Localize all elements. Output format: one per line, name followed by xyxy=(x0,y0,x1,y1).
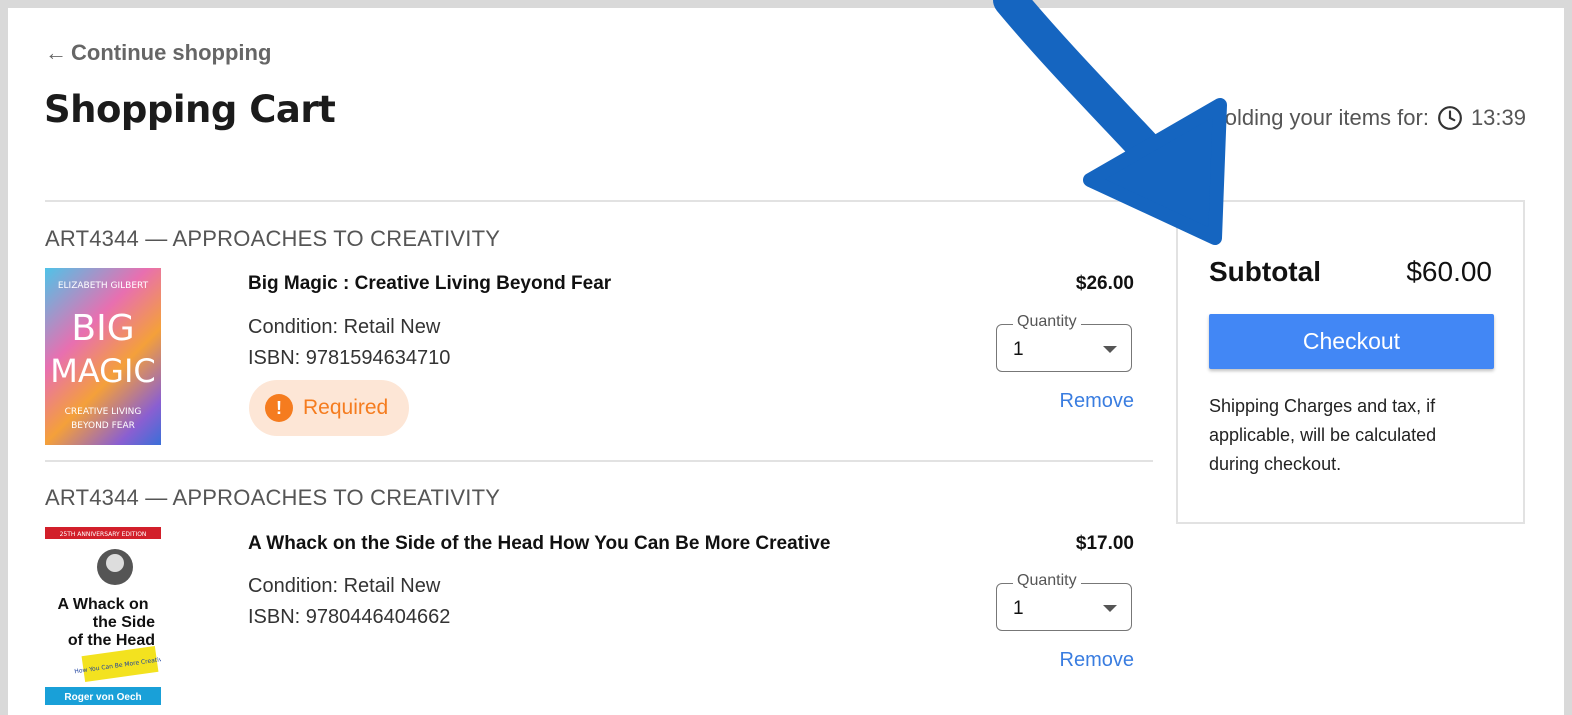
continue-shopping-label: Continue shopping xyxy=(71,40,272,65)
cart-page: ← Continue shopping Shopping Cart Holding… xyxy=(8,8,1564,715)
subtotal-value: $60.00 xyxy=(1406,256,1492,287)
required-label: Required xyxy=(303,396,389,419)
cover-author: ELIZABETH GILBERT xyxy=(58,281,149,291)
hold-timer-value: 13:39 xyxy=(1470,105,1526,130)
item-condition: Condition: Retail New xyxy=(248,316,441,338)
item-price: $17.00 xyxy=(1075,533,1134,554)
cover-banner: 25TH ANNIVERSARY EDITION xyxy=(60,531,147,538)
cover-subtitle2: BEYOND FEAR xyxy=(71,421,135,431)
remove-link[interactable]: Remove xyxy=(1060,390,1134,413)
shipping-note: Shipping Charges and tax, if applicable,… xyxy=(1209,396,1437,474)
order-summary: Subtotal $60.00 Checkout Shipping Charge… xyxy=(1176,200,1525,524)
hold-timer: Holding your items for: 13:39 xyxy=(1209,105,1526,131)
item-isbn: ISBN: 9780446404662 xyxy=(248,606,451,628)
remove-link[interactable]: Remove xyxy=(1060,649,1134,672)
cover-title-line1: BIG xyxy=(71,308,134,349)
chevron-down-icon xyxy=(1103,346,1117,353)
divider xyxy=(45,460,1153,462)
back-arrow-icon: ← xyxy=(45,40,67,65)
divider xyxy=(45,200,1153,202)
quantity-select[interactable]: Quantity 1 xyxy=(996,572,1132,631)
quantity-label: Quantity xyxy=(1013,313,1081,331)
item-price: $26.00 xyxy=(1075,273,1134,294)
alert-icon: ! xyxy=(265,394,293,422)
cover-title-1: A Whack on xyxy=(58,596,149,613)
cover-title-2: the Side xyxy=(93,614,155,631)
subtotal-label: Subtotal xyxy=(1209,256,1321,287)
item-isbn: ISBN: 9781594634710 xyxy=(248,347,451,369)
cover-title-line2: MAGIC xyxy=(50,352,156,390)
continue-shopping-link[interactable]: ← Continue shopping xyxy=(45,40,271,66)
quantity-value: 1 xyxy=(1013,598,1024,619)
cover-title-3: of the Head xyxy=(68,632,155,649)
course-heading: ART4344 — APPROACHES TO CREATIVITY xyxy=(45,226,501,251)
required-badge: ! Required xyxy=(249,380,409,436)
item-title[interactable]: A Whack on the Side of the Head How You … xyxy=(248,533,830,555)
page-title: Shopping Cart xyxy=(44,88,336,131)
chevron-down-icon xyxy=(1103,605,1117,612)
cover-author: Roger von Oech xyxy=(64,692,141,703)
quantity-label: Quantity xyxy=(1013,572,1081,590)
item-title[interactable]: Big Magic : Creative Living Beyond Fear xyxy=(248,273,611,295)
book-cover-big-magic[interactable]: ELIZABETH GILBERT BIG MAGIC CREATIVE LIV… xyxy=(45,268,161,445)
clock-icon xyxy=(1438,106,1462,130)
hold-timer-label: Holding your items for: xyxy=(1208,105,1429,130)
checkout-button[interactable]: Checkout xyxy=(1209,314,1494,369)
book-cover-whack[interactable]: 25TH ANNIVERSARY EDITION A Whack on the … xyxy=(45,527,161,705)
course-heading: ART4344 — APPROACHES TO CREATIVITY xyxy=(45,485,501,510)
quantity-select[interactable]: Quantity 1 xyxy=(996,313,1132,372)
quantity-value: 1 xyxy=(1013,339,1024,360)
cover-subtitle1: CREATIVE LIVING xyxy=(65,407,142,417)
item-condition: Condition: Retail New xyxy=(248,575,441,597)
